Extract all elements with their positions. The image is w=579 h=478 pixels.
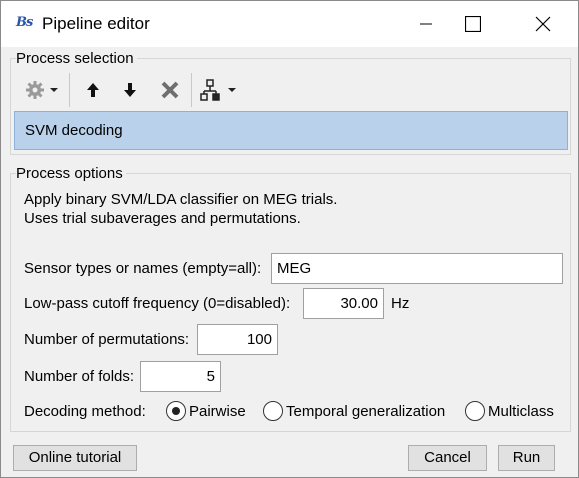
sensor-types-label: Sensor types or names (empty=all): <box>24 260 262 277</box>
sensor-types-input[interactable]: MEG <box>271 253 563 284</box>
radio-pairwise-label: Pairwise <box>189 402 246 420</box>
brainstorm-app-icon: Bs <box>16 15 33 30</box>
lowpass-unit: Hz <box>391 295 410 312</box>
process-selection-label: Process selection <box>16 50 137 68</box>
maximize-icon <box>465 16 481 32</box>
radio-multiclass[interactable]: Multiclass <box>465 400 554 422</box>
cancel-button[interactable]: Cancel <box>408 445 487 471</box>
process-toolbar <box>14 71 569 109</box>
tree-icon <box>200 79 236 101</box>
lowpass-input[interactable]: 30.00 <box>303 288 384 319</box>
radio-button[interactable] <box>465 401 485 421</box>
folds-label: Number of folds: <box>24 368 135 385</box>
arrow-down-icon <box>124 83 136 97</box>
minimize-button[interactable] <box>403 1 449 47</box>
gear-menu-button[interactable] <box>22 71 62 109</box>
close-icon <box>535 16 551 32</box>
lowpass-label: Low-pass cutoff frequency (0=disabled): <box>24 295 291 312</box>
process-options-label: Process options <box>16 165 126 183</box>
delete-process-button[interactable] <box>156 71 184 109</box>
window-title: Pipeline editor <box>42 14 150 33</box>
run-button[interactable]: Run <box>498 445 555 471</box>
folds-input[interactable]: 5 <box>140 361 221 392</box>
close-window-button[interactable] <box>520 1 566 47</box>
maximize-button[interactable] <box>450 1 496 47</box>
title-bar: Bs Pipeline editor <box>1 1 578 47</box>
pipeline-editor-window: Bs Pipeline editor Process selection SVM… <box>0 0 579 478</box>
permutations-input[interactable]: 100 <box>197 324 278 355</box>
tree-menu-button[interactable] <box>198 71 242 109</box>
process-description-line2: Uses trial subaverages and permutations. <box>24 210 301 227</box>
online-tutorial-button[interactable]: Online tutorial <box>13 445 137 471</box>
process-list[interactable]: SVM decoding <box>14 111 568 150</box>
radio-temporal-generalization-label: Temporal generalization <box>286 402 446 420</box>
arrow-up-icon <box>87 83 99 97</box>
radio-button-checked[interactable] <box>166 401 186 421</box>
process-item-svm-decoding[interactable]: SVM decoding <box>25 122 123 140</box>
toolbar-separator <box>69 73 70 107</box>
process-description-line1: Apply binary SVM/LDA classifier on MEG t… <box>24 191 338 208</box>
move-down-button[interactable] <box>117 71 143 109</box>
delete-icon <box>161 81 179 99</box>
permutations-label: Number of permutations: <box>24 331 190 348</box>
radio-multiclass-label: Multiclass <box>488 402 554 420</box>
radio-pairwise[interactable]: Pairwise <box>166 400 246 422</box>
minimize-icon <box>420 23 432 25</box>
gear-icon <box>26 81 58 99</box>
radio-temporal-generalization[interactable]: Temporal generalization <box>263 400 445 422</box>
toolbar-separator <box>191 73 192 107</box>
move-up-button[interactable] <box>80 71 106 109</box>
decoding-method-label: Decoding method: <box>24 403 146 420</box>
radio-button[interactable] <box>263 401 283 421</box>
